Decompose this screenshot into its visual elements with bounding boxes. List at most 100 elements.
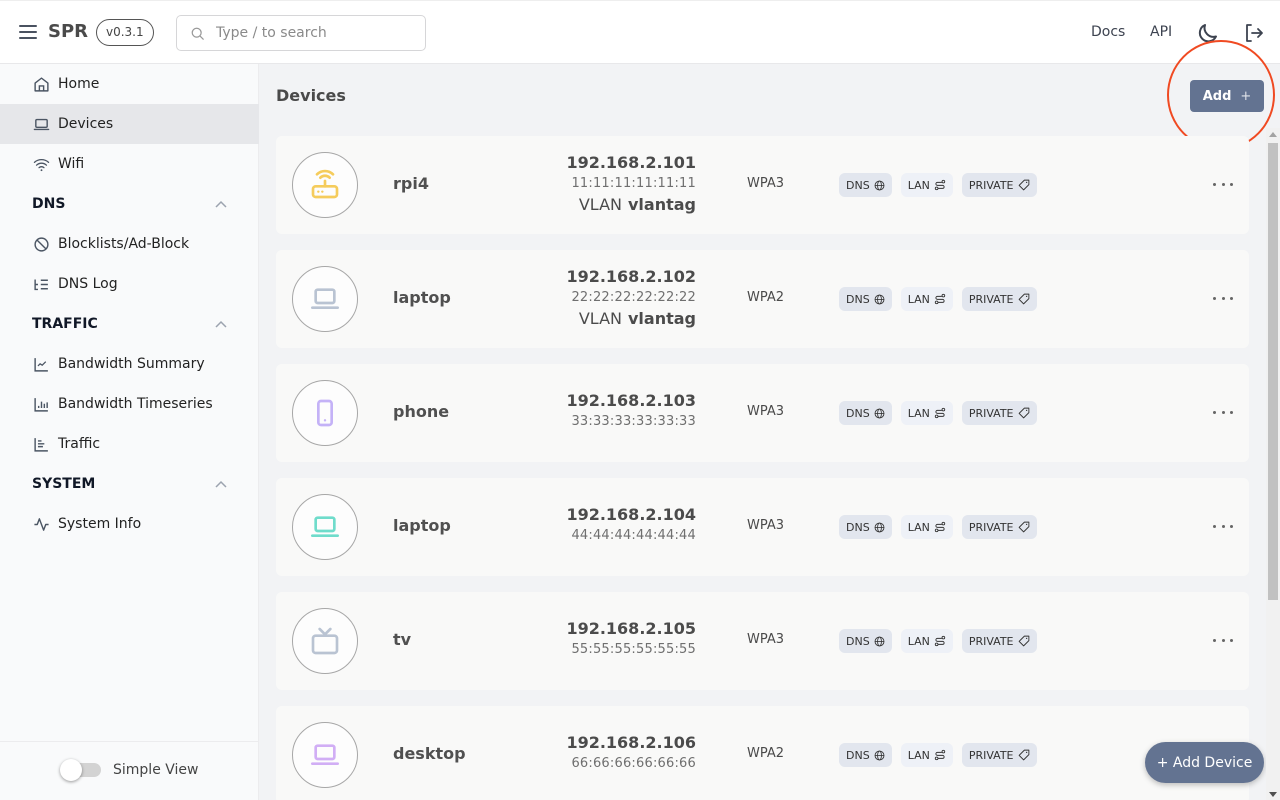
route-icon	[934, 179, 946, 191]
page-title: Devices	[276, 86, 346, 105]
device-ip: 192.168.2.105	[566, 619, 696, 638]
sidebar-section-dns[interactable]: DNS	[32, 184, 227, 224]
lan-badge[interactable]: LAN	[900, 515, 953, 539]
sidebar-item-label: System Info	[58, 516, 142, 532]
moon-icon[interactable]	[1196, 21, 1220, 45]
device-mac: 33:33:33:33:33:33	[571, 414, 696, 429]
lan-badge[interactable]: LAN	[900, 743, 953, 767]
sidebar-item-system-info[interactable]: System Info	[0, 504, 259, 544]
device-name[interactable]: tv	[393, 630, 411, 649]
device-ip: 192.168.2.101	[566, 153, 696, 172]
dns-badge[interactable]: DNS	[839, 401, 892, 425]
dns-badge[interactable]: DNS	[839, 287, 892, 311]
vlan-label: VLAN	[578, 195, 622, 214]
sidebar-item-dns-log[interactable]: DNS Log	[0, 264, 259, 304]
device-network-info: 192.168.2.104 44:44:44:44:44:44	[536, 505, 696, 547]
badge-label: PRIVATE	[968, 292, 1014, 306]
lan-badge[interactable]: LAN	[900, 173, 953, 197]
sidebar-item-label: Bandwidth Summary	[58, 356, 205, 372]
device-auth: WPA3	[747, 632, 785, 647]
logout-icon[interactable]	[1242, 21, 1266, 45]
device-card[interactable]: phone 192.168.2.103 33:33:33:33:33:33 WP…	[276, 364, 1249, 462]
more-options-icon[interactable]	[1213, 518, 1233, 534]
sidebar-item-bandwidth-summary[interactable]: Bandwidth Summary	[0, 344, 259, 384]
private-badge[interactable]: PRIVATE	[961, 515, 1037, 539]
globe-icon	[874, 294, 885, 304]
route-icon	[934, 407, 946, 419]
dns-badge[interactable]: DNS	[839, 743, 892, 767]
device-avatar	[292, 380, 358, 446]
device-network-info: 192.168.2.105 55:55:55:55:55:55	[536, 619, 696, 661]
sidebar-section-traffic[interactable]: TRAFFIC	[32, 304, 227, 344]
private-badge[interactable]: PRIVATE	[961, 287, 1037, 311]
dns-badge[interactable]: DNS	[839, 629, 892, 653]
sidebar-section-system[interactable]: SYSTEM	[32, 464, 227, 504]
search-box[interactable]	[176, 15, 426, 51]
device-card[interactable]: rpi4 192.168.2.101 11:11:11:11:11:11 VLA…	[276, 136, 1249, 234]
docs-link[interactable]: Docs	[1091, 24, 1125, 40]
lan-badge[interactable]: LAN	[900, 401, 953, 425]
tag-icon	[1018, 749, 1029, 761]
api-link[interactable]: API	[1150, 24, 1172, 40]
private-badge[interactable]: PRIVATE	[961, 173, 1037, 197]
device-name[interactable]: rpi4	[393, 174, 429, 193]
app-brand[interactable]: SPR	[48, 21, 88, 42]
lan-badge[interactable]: LAN	[900, 287, 953, 311]
device-card[interactable]: laptop 192.168.2.104 44:44:44:44:44:44 W…	[276, 478, 1249, 576]
simple-view-toggle[interactable]	[60, 759, 102, 781]
more-options-icon[interactable]	[1213, 404, 1233, 420]
sidebar-item-home[interactable]: Home	[0, 64, 259, 104]
badge-label: PRIVATE	[968, 634, 1014, 648]
more-options-icon[interactable]	[1213, 290, 1233, 306]
badge-label: LAN	[907, 292, 930, 306]
tag-icon	[1018, 179, 1029, 191]
device-mac: 22:22:22:22:22:22	[571, 290, 696, 305]
more-options-icon[interactable]	[1213, 176, 1233, 192]
sidebar-item-label: Traffic	[58, 436, 101, 452]
chevron-up-icon	[215, 200, 227, 208]
route-icon	[934, 635, 946, 647]
laptop-icon	[309, 511, 341, 543]
route-icon	[934, 749, 946, 761]
sidebar-item-bandwidth-timeseries[interactable]: Bandwidth Timeseries	[0, 384, 259, 424]
device-auth: WPA2	[747, 290, 785, 305]
device-name[interactable]: desktop	[393, 744, 466, 763]
device-name[interactable]: phone	[393, 402, 449, 421]
private-badge[interactable]: PRIVATE	[961, 743, 1037, 767]
scrollbar[interactable]	[1266, 128, 1280, 800]
search-input[interactable]	[216, 25, 416, 41]
more-options-icon[interactable]	[1213, 632, 1233, 648]
dns-badge[interactable]: DNS	[839, 173, 892, 197]
scroll-down-arrow[interactable]	[1269, 792, 1277, 797]
badge-label: PRIVATE	[968, 520, 1014, 534]
scroll-up-arrow[interactable]	[1269, 132, 1277, 137]
sidebar-item-blocklists[interactable]: Blocklists/Ad-Block	[0, 224, 259, 264]
device-vlan: VLAN vlantag	[536, 195, 696, 215]
device-card[interactable]: desktop 192.168.2.106 66:66:66:66:66:66 …	[276, 706, 1249, 800]
add-device-button[interactable]: + Add Device	[1145, 742, 1264, 783]
sidebar-item-wifi[interactable]: Wifi	[0, 144, 259, 184]
device-card[interactable]: tv 192.168.2.105 55:55:55:55:55:55 WPA3 …	[276, 592, 1249, 690]
scrollbar-thumb[interactable]	[1268, 143, 1278, 600]
device-name[interactable]: laptop	[393, 288, 451, 307]
device-name[interactable]: laptop	[393, 516, 451, 535]
device-groups: DNS LAN PRIVATE	[839, 173, 1037, 197]
sidebar-item-traffic[interactable]: Traffic	[0, 424, 259, 464]
simple-view-label: Simple View	[113, 762, 199, 778]
dns-badge[interactable]: DNS	[839, 515, 892, 539]
device-card[interactable]: laptop 192.168.2.102 22:22:22:22:22:22 V…	[276, 250, 1249, 348]
add-button[interactable]: Add +	[1190, 80, 1264, 112]
sidebar-item-devices[interactable]: Devices	[0, 104, 259, 144]
plus-icon: +	[1240, 88, 1252, 104]
private-badge[interactable]: PRIVATE	[961, 401, 1037, 425]
device-auth: WPA3	[747, 518, 785, 533]
laptop-icon	[309, 739, 341, 771]
route-icon	[934, 293, 946, 305]
menu-icon[interactable]	[19, 25, 37, 39]
private-badge[interactable]: PRIVATE	[961, 629, 1037, 653]
badge-label: DNS	[846, 406, 870, 420]
vlan-tag: vlantag	[628, 309, 696, 328]
device-auth: WPA3	[747, 176, 785, 191]
lan-badge[interactable]: LAN	[900, 629, 953, 653]
route-icon	[934, 521, 946, 533]
